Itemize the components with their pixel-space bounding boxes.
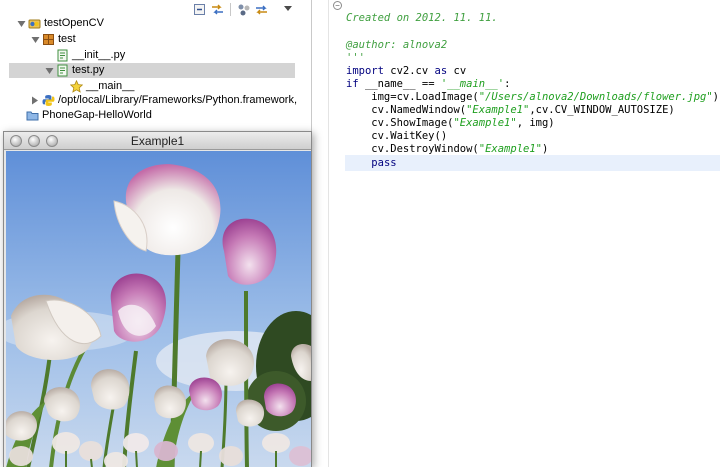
tulip-photo bbox=[6, 151, 311, 467]
toolbar-separator bbox=[230, 2, 231, 16]
folder-icon bbox=[26, 109, 39, 122]
window-title-bar[interactable]: Example1 bbox=[4, 132, 311, 150]
code-text: ) bbox=[541, 143, 549, 155]
code-text: cv.DestroyWindow( bbox=[346, 143, 479, 155]
tree-item-label: __init__.py bbox=[72, 49, 126, 61]
star-icon bbox=[70, 80, 83, 93]
string-literal: "Example1" bbox=[453, 117, 517, 129]
tree-item-package[interactable]: test bbox=[30, 32, 76, 47]
tree-item-label: testOpenCV bbox=[44, 17, 104, 29]
docstring-quote: ''' bbox=[346, 0, 365, 8]
code-line-1: ''' bbox=[346, 0, 365, 10]
code-text: , img) bbox=[516, 117, 555, 129]
opencv-image-window[interactable]: Example1 bbox=[3, 131, 312, 467]
tree-item-test-py[interactable]: test.py bbox=[9, 63, 295, 78]
tree-item-label: PhoneGap-HelloWorld bbox=[42, 109, 152, 121]
docstring-text: Created on 2012. 11. 11. bbox=[346, 12, 498, 24]
expanded-triangle-icon[interactable] bbox=[16, 19, 26, 29]
tree-item-main[interactable]: __main__ bbox=[58, 79, 134, 94]
tree-item-project[interactable]: testOpenCV bbox=[16, 16, 104, 31]
python-interpreter-icon bbox=[42, 94, 55, 107]
filter-icon bbox=[238, 4, 249, 15]
sync-button[interactable] bbox=[254, 2, 269, 17]
collapsed-triangle-icon[interactable] bbox=[30, 96, 40, 106]
python-file-icon bbox=[56, 64, 69, 77]
tree-item-label: test.py bbox=[72, 64, 105, 76]
python-project-icon bbox=[28, 17, 41, 30]
fold-toggle-icon[interactable]: − bbox=[333, 1, 342, 10]
package-icon bbox=[42, 33, 55, 46]
tree-item-label: /opt/local/Library/Frameworks/Python.fra… bbox=[58, 94, 298, 106]
link-with-editor-button[interactable] bbox=[210, 2, 225, 17]
code-text: ) bbox=[712, 91, 719, 103]
collapse-all-button[interactable] bbox=[192, 2, 207, 17]
tree-item-phonegap[interactable]: PhoneGap-HelloWorld bbox=[26, 108, 152, 123]
code-editor[interactable]: − ''' Created on 2012. 11. 11. @author: … bbox=[328, 0, 720, 467]
tree-item-label: test bbox=[58, 33, 76, 45]
code-line-2: Created on 2012. 11. 11. bbox=[346, 10, 498, 26]
keyword: pass bbox=[371, 157, 397, 169]
tree-item-label: __main__ bbox=[86, 80, 135, 92]
filters-button[interactable] bbox=[236, 2, 251, 17]
python-file-icon bbox=[56, 49, 69, 62]
expanded-triangle-icon[interactable] bbox=[30, 35, 40, 45]
collapse-all-icon bbox=[194, 3, 205, 15]
window-title: Example1 bbox=[130, 134, 185, 148]
view-menu-button[interactable] bbox=[280, 2, 295, 17]
code-line-13-current: pass bbox=[345, 155, 720, 171]
tree-item-interpreter[interactable]: /opt/local/Library/Frameworks/Python.fra… bbox=[30, 93, 297, 108]
expanded-triangle-icon[interactable] bbox=[44, 66, 54, 76]
sync-arrows-icon bbox=[256, 5, 267, 14]
explorer-toolbar bbox=[192, 1, 295, 17]
link-arrows-icon bbox=[212, 4, 223, 14]
triangle-down-icon bbox=[283, 6, 292, 11]
tree-item-init-file[interactable]: __init__.py bbox=[44, 48, 125, 63]
string-literal: "Example1" bbox=[478, 143, 542, 155]
